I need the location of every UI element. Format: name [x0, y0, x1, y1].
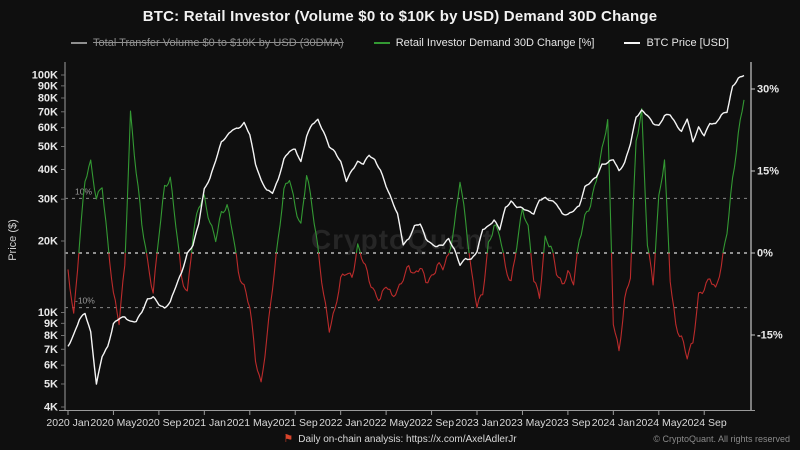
svg-text:15%: 15% — [757, 165, 779, 177]
svg-text:Price ($): Price ($) — [7, 219, 19, 261]
svg-text:2023 Jan: 2023 Jan — [455, 417, 498, 429]
svg-text:2020 Sep: 2020 Sep — [136, 417, 181, 429]
svg-text:2024 Jan: 2024 Jan — [592, 417, 635, 429]
copyright: © CryptoQuant. All rights reserved — [653, 434, 790, 444]
svg-text:2022 Jan: 2022 Jan — [319, 417, 362, 429]
svg-text:9K: 9K — [44, 318, 58, 330]
svg-text:2023 May: 2023 May — [499, 417, 546, 429]
svg-text:2021 May: 2021 May — [227, 417, 274, 429]
svg-text:2020 May: 2020 May — [90, 417, 137, 429]
svg-text:2022 May: 2022 May — [363, 417, 410, 429]
svg-text:70K: 70K — [38, 106, 58, 118]
svg-text:50K: 50K — [38, 141, 58, 153]
analysis-note-text: Daily on-chain analysis: https://x.com/A… — [298, 434, 516, 445]
svg-text:2021 Jan: 2021 Jan — [183, 417, 226, 429]
svg-text:5K: 5K — [44, 378, 58, 390]
svg-text:-15%: -15% — [757, 330, 783, 342]
svg-text:40K: 40K — [38, 164, 58, 176]
svg-text:2022 Sep: 2022 Sep — [409, 417, 454, 429]
price-demand-chart[interactable]: CryptoQuant10%-10%100K90K80K70K60K50K40K… — [0, 0, 800, 450]
svg-text:0%: 0% — [757, 248, 773, 260]
svg-text:30K: 30K — [38, 194, 58, 206]
svg-text:2024 Sep: 2024 Sep — [682, 417, 727, 429]
svg-text:8K: 8K — [44, 330, 58, 342]
svg-text:60K: 60K — [38, 122, 58, 134]
svg-text:2024 May: 2024 May — [636, 417, 683, 429]
svg-text:2021 Sep: 2021 Sep — [273, 417, 318, 429]
svg-text:30%: 30% — [757, 83, 779, 95]
svg-text:2023 Sep: 2023 Sep — [545, 417, 590, 429]
svg-text:-10%: -10% — [75, 296, 95, 306]
chart-window: BTC: Retail Investor (Volume $0 to $10K … — [0, 0, 800, 450]
svg-text:2020 Jan: 2020 Jan — [46, 417, 89, 429]
svg-text:7K: 7K — [44, 344, 58, 356]
svg-text:20K: 20K — [38, 235, 58, 247]
svg-text:80K: 80K — [38, 93, 58, 105]
flag-icon: ⚑ — [283, 434, 293, 445]
svg-text:90K: 90K — [38, 80, 58, 92]
svg-text:6K: 6K — [44, 360, 58, 372]
svg-text:4K: 4K — [44, 402, 58, 414]
